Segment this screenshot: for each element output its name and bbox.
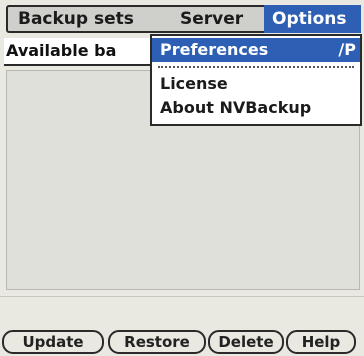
menu-server[interactable]: Server	[180, 7, 243, 31]
menu-item-license[interactable]: License	[152, 72, 360, 96]
options-dropdown-menu: Preferences ∕P License About NVBackup	[150, 34, 362, 126]
menu-item-about-label: About NVBackup	[160, 98, 312, 117]
menu-item-about[interactable]: About NVBackup	[152, 96, 360, 120]
delete-button[interactable]: Delete	[208, 330, 284, 354]
menu-item-preferences-shortcut: ∕P	[338, 40, 356, 59]
menu-bar: Backup sets Server Options	[6, 5, 361, 33]
update-button[interactable]: Update	[2, 330, 104, 354]
restore-button[interactable]: Restore	[108, 330, 206, 354]
menu-separator	[158, 66, 354, 68]
divider	[0, 296, 364, 297]
menu-item-license-label: License	[160, 74, 228, 93]
help-button[interactable]: Help	[286, 330, 356, 354]
form-title: Available ba	[6, 41, 117, 60]
menu-item-preferences-label: Preferences	[160, 40, 269, 59]
menu-item-preferences[interactable]: Preferences ∕P	[152, 38, 360, 62]
menu-options[interactable]: Options	[264, 5, 361, 33]
menu-backup-sets[interactable]: Backup sets	[18, 7, 134, 31]
